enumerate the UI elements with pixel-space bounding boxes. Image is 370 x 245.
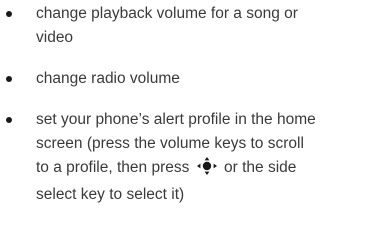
list-item: set your phone’s alert profile in the ho… <box>0 108 370 207</box>
list-item: change radio volume <box>0 67 370 91</box>
bullet-dot <box>6 76 12 82</box>
navigation-key-icon <box>196 157 218 183</box>
bullet-dot <box>6 11 12 17</box>
list-item: change playback volume for a song or vid… <box>0 2 370 50</box>
bullet-list: change playback volume for a song or vid… <box>0 2 370 207</box>
list-item-text: change radio volume <box>36 70 180 87</box>
bullet-dot <box>6 117 12 123</box>
list-item-text: change playback volume for a song or vid… <box>36 5 298 46</box>
